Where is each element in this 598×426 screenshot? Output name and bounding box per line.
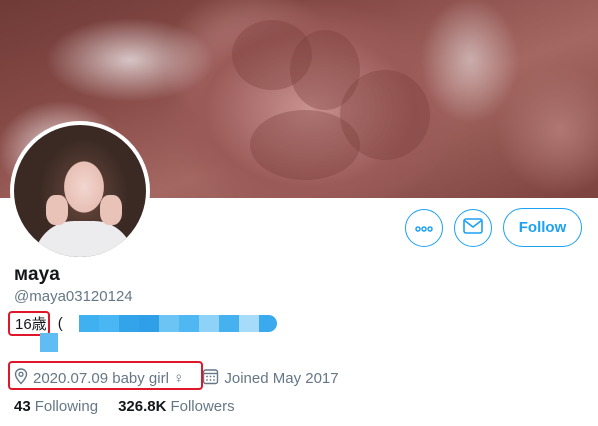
following-count: 43 [14,398,31,415]
calendar-icon [202,368,219,389]
followers-link[interactable]: 326.8K Followers [118,398,235,415]
bio-paren: ( [57,315,63,332]
profile-avatar[interactable] [10,121,150,261]
annotation-box-location [8,361,203,390]
joined-item: Joined May 2017 [202,368,339,389]
user-handle: @maya03120124 [14,288,133,305]
following-label: Following [34,398,99,415]
follow-button[interactable]: Follow [503,208,582,247]
envelope-icon [463,217,483,239]
ellipsis-icon [415,219,433,237]
followers-label: Followers [170,398,235,415]
joined-text: Joined May 2017 [224,370,339,387]
more-options-button[interactable] [405,209,443,247]
message-button[interactable] [454,209,492,247]
display-name: мaya [14,264,60,285]
following-link[interactable]: 43 Following [14,398,98,415]
followers-count: 326.8K [118,398,167,415]
follow-stats: 43 Following 326.8K Followers [14,398,255,415]
